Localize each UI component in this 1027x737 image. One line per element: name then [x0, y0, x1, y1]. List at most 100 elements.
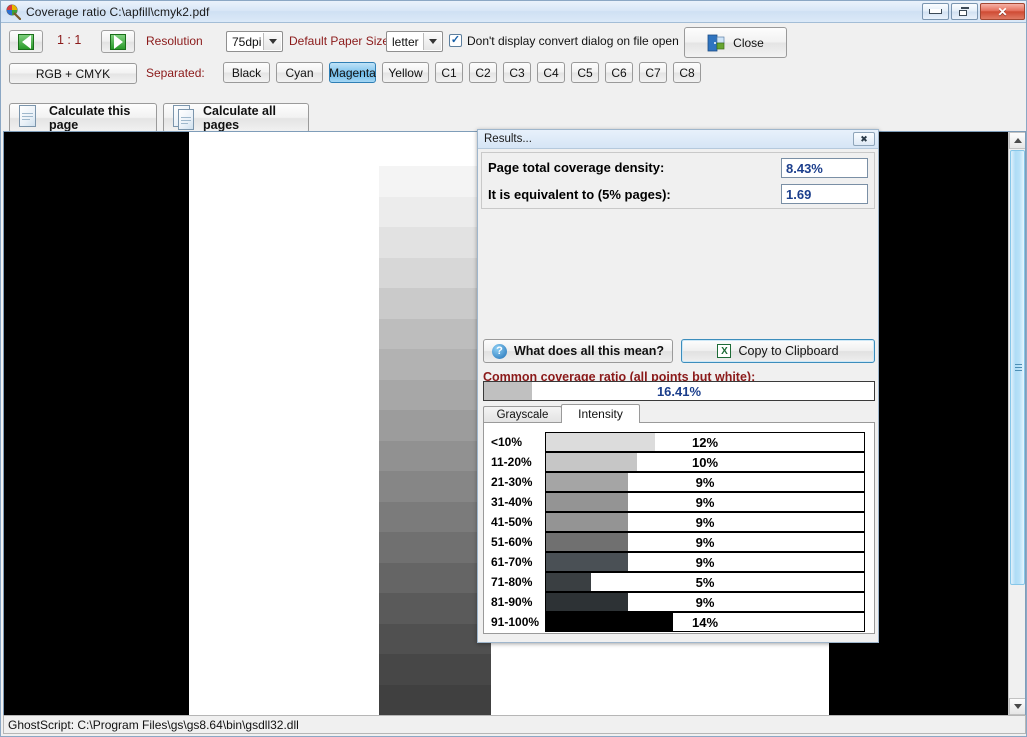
separation-button-black[interactable]: Black — [223, 62, 270, 83]
gradient-band — [379, 501, 491, 532]
window-title: Coverage ratio C:\apfill\cmyk2.pdf — [26, 4, 210, 19]
separation-button-label: Magenta — [329, 65, 376, 80]
paper-size-select[interactable]: letter — [386, 31, 443, 52]
excel-icon: X — [717, 344, 732, 358]
separation-button-c6[interactable]: C6 — [605, 62, 633, 83]
histogram-category-label: 11-20% — [491, 455, 532, 469]
separation-button-label: C2 — [475, 65, 491, 80]
equivalent-value: 1.69 — [781, 184, 868, 204]
histogram-category-label: 51-60% — [491, 535, 533, 549]
gradient-band — [379, 440, 491, 471]
maximize-icon — [959, 7, 970, 16]
page-total-value: 8.43% — [781, 158, 868, 178]
next-page-button[interactable] — [101, 30, 135, 53]
resolution-value: 75dpi — [232, 34, 262, 49]
dont-display-checkbox[interactable]: ✓ — [449, 34, 462, 47]
dont-display-label: Don't display convert dialog on file ope… — [467, 34, 679, 48]
resolution-select[interactable]: 75dpi — [226, 31, 283, 52]
separation-button-magenta[interactable]: Magenta — [329, 62, 376, 83]
previous-page-button[interactable] — [9, 30, 43, 53]
tab-label: Intensity — [578, 407, 623, 421]
scroll-up-button[interactable] — [1009, 132, 1025, 149]
histogram-value-label: 10% — [691, 454, 719, 470]
histogram-category-label: 71-80% — [491, 575, 533, 589]
histogram-category-label: 91-100% — [491, 615, 540, 629]
calculate-this-page-button[interactable]: Calculate this page — [9, 103, 157, 133]
gradient-band — [379, 288, 491, 319]
scrollbar-thumb[interactable] — [1010, 150, 1025, 585]
histogram-row: 71-80% 5% — [487, 572, 871, 592]
results-tabs: Grayscale Intensity — [483, 404, 875, 423]
separation-button-label: C8 — [679, 65, 695, 80]
zoom-ratio-label: 1 : 1 — [57, 33, 82, 47]
separation-button-c4[interactable]: C4 — [537, 62, 565, 83]
separation-button-cyan[interactable]: Cyan — [276, 62, 323, 83]
common-coverage-ratio-bar: 16.41% — [483, 381, 875, 401]
results-close-button[interactable]: ✖ — [853, 132, 875, 146]
minimize-button[interactable] — [922, 3, 949, 20]
gradient-band — [379, 318, 491, 349]
resolution-label: Resolution — [146, 34, 203, 48]
close-button-label: Close — [733, 35, 764, 50]
histogram-track: 10% — [545, 452, 865, 472]
close-icon: ✕ — [997, 4, 1008, 19]
histogram-value-label: 5% — [695, 574, 715, 590]
separation-button-c1[interactable]: C1 — [435, 62, 463, 83]
histogram-category-label: 21-30% — [491, 475, 533, 489]
separation-buttons: Black Cyan Magenta Yellow C1 C2 C3 C4 C5 C6 C7 C8 — [223, 62, 701, 83]
histogram-category-label: 41-50% — [491, 515, 533, 529]
paper-size-value: letter — [392, 34, 419, 49]
separation-button-label: C7 — [645, 65, 661, 80]
separation-button-c8[interactable]: C8 — [673, 62, 701, 83]
toolbar: 1 : 1 Resolution 75dpi Default Paper Siz… — [1, 23, 1026, 133]
gradient-band — [379, 166, 491, 197]
scroll-down-button[interactable] — [1009, 698, 1025, 715]
maximize-button[interactable] — [951, 3, 978, 20]
previous-page-icon — [18, 33, 34, 50]
histogram-value-label: 12% — [691, 434, 719, 450]
histogram-track: 9% — [545, 472, 865, 492]
preview-vertical-scrollbar[interactable] — [1008, 132, 1025, 715]
color-mode-button[interactable]: RGB + CMYK — [9, 63, 137, 84]
histogram-category-label: 31-40% — [491, 495, 533, 509]
what-does-this-mean-button[interactable]: ? What does all this mean? — [483, 339, 673, 363]
gradient-band — [379, 349, 491, 380]
paper-size-label: Default Paper Size — [289, 34, 390, 48]
grayscale-gradient-strip — [379, 166, 491, 715]
separation-button-c7[interactable]: C7 — [639, 62, 667, 83]
gradient-band — [379, 471, 491, 502]
histogram-row: 21-30% 9% — [487, 472, 871, 492]
tab-intensity[interactable]: Intensity — [561, 404, 640, 423]
gradient-band — [379, 257, 491, 288]
calculate-all-pages-label: Calculate all pages — [203, 104, 276, 132]
histogram-value-label: 14% — [691, 614, 719, 630]
separation-button-label: C1 — [441, 65, 457, 80]
histogram-track: 9% — [545, 592, 865, 612]
histogram-row: 41-50% 9% — [487, 512, 871, 532]
status-bar: GhostScript: C:\Program Files\gs\gs8.64\… — [3, 715, 1026, 734]
close-window-button[interactable]: ✕ — [980, 3, 1025, 20]
histogram-row: 31-40% 9% — [487, 492, 871, 512]
results-title: Results... — [484, 133, 532, 145]
gradient-band — [379, 227, 491, 258]
histogram-track: 9% — [545, 532, 865, 552]
gradient-band — [379, 562, 491, 593]
copy-to-clipboard-button[interactable]: X Copy to Clipboard — [681, 339, 875, 363]
chevron-up-icon — [1013, 138, 1022, 143]
histogram-category-label: 81-90% — [491, 595, 533, 609]
close-button[interactable]: Close — [684, 27, 787, 58]
histogram-row: <10% 12% — [487, 432, 871, 452]
window-controls: ✕ — [922, 3, 1025, 20]
separation-button-label: Cyan — [285, 65, 314, 80]
separation-button-c3[interactable]: C3 — [503, 62, 531, 83]
scrollbar-grip-icon — [1015, 363, 1022, 373]
separation-button-c2[interactable]: C2 — [469, 62, 497, 83]
next-page-icon — [110, 33, 126, 50]
histogram-value-label: 9% — [695, 594, 715, 610]
histogram-track: 9% — [545, 492, 865, 512]
separation-button-c5[interactable]: C5 — [571, 62, 599, 83]
tab-grayscale[interactable]: Grayscale — [483, 406, 562, 423]
calculate-all-pages-button[interactable]: Calculate all pages — [163, 103, 309, 133]
histogram-row: 61-70% 9% — [487, 552, 871, 572]
separation-button-yellow[interactable]: Yellow — [382, 62, 429, 83]
